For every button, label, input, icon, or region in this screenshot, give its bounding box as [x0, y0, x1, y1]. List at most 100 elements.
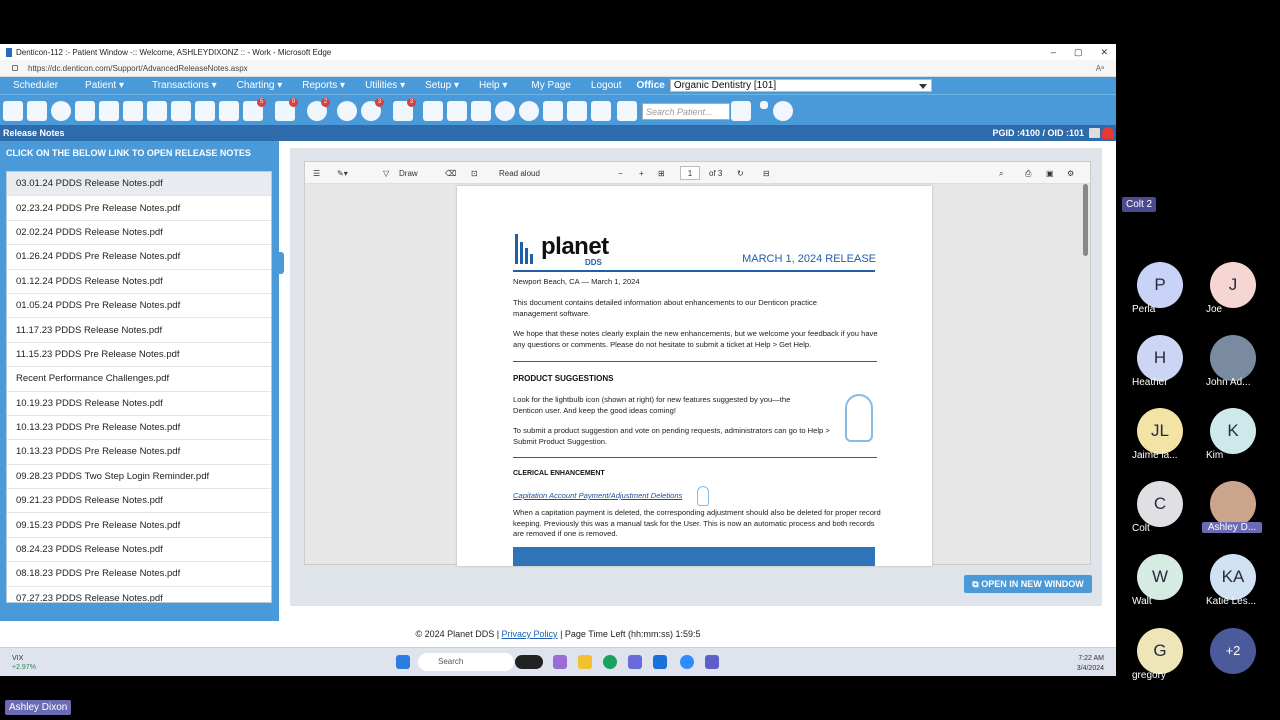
- messages-icon[interactable]: 5: [243, 98, 266, 121]
- claims-icon[interactable]: [219, 101, 239, 121]
- outlook-icon[interactable]: [653, 655, 667, 669]
- text-icon[interactable]: ⊡: [471, 169, 478, 178]
- tooth-icon[interactable]: [99, 101, 119, 121]
- release-note-link[interactable]: 01.05.24 PDDS Pre Release Notes.pdf: [7, 294, 271, 319]
- rotate-icon[interactable]: ↻: [737, 169, 744, 178]
- participant-avatar[interactable]: J: [1210, 262, 1256, 308]
- contents-icon[interactable]: ☰: [313, 169, 320, 178]
- network-icon[interactable]: [447, 101, 467, 121]
- home-icon[interactable]: [27, 101, 47, 121]
- highlight-icon[interactable]: ✎▾: [337, 169, 348, 178]
- page-number-input[interactable]: 1: [680, 166, 700, 180]
- minimize-button[interactable]: –: [1051, 44, 1056, 60]
- menu-charting[interactable]: Charting ▾: [237, 80, 283, 91]
- release-note-link[interactable]: 03.01.24 PDDS Release Notes.pdf: [7, 172, 271, 197]
- app-icon[interactable]: [553, 655, 567, 669]
- search-icon[interactable]: ⌕: [999, 169, 1003, 179]
- draw-button[interactable]: Draw: [399, 169, 418, 178]
- release-note-link[interactable]: 07.27.23 PDDS Release Notes.pdf: [7, 587, 271, 602]
- participant-avatar[interactable]: JL: [1137, 408, 1183, 454]
- eraser-icon[interactable]: ⌫: [445, 169, 456, 178]
- participant-avatar[interactable]: G: [1137, 628, 1183, 674]
- maximize-button[interactable]: ▢: [1074, 44, 1083, 60]
- app-icon[interactable]: [628, 655, 642, 669]
- release-note-link[interactable]: 08.24.23 PDDS Release Notes.pdf: [7, 538, 271, 563]
- open-new-window-button[interactable]: ⧉ OPEN IN NEW WINDOW: [964, 575, 1092, 593]
- globe-icon[interactable]: 2: [307, 98, 330, 121]
- pdf-scrollbar[interactable]: [1083, 184, 1088, 256]
- person-search-icon[interactable]: [731, 101, 751, 121]
- participant-avatar[interactable]: P: [1137, 262, 1183, 308]
- reader-mode-icon[interactable]: Aᵃ: [1096, 64, 1104, 73]
- release-note-link[interactable]: 09.28.23 PDDS Two Step Login Reminder.pd…: [7, 465, 271, 490]
- pn-icon[interactable]: [195, 101, 215, 121]
- settings-gear-icon[interactable]: ⚙: [1067, 169, 1074, 178]
- save-icon[interactable]: ▣: [1046, 169, 1054, 178]
- list-icon[interactable]: [591, 101, 611, 121]
- release-note-link[interactable]: 01.26.24 PDDS Pre Release Notes.pdf: [7, 245, 271, 270]
- patient-search-input[interactable]: Search Patient...: [642, 103, 730, 120]
- tx-icon[interactable]: [171, 101, 191, 121]
- rx-icon[interactable]: [147, 101, 167, 121]
- menu-utilities[interactable]: Utilities ▾: [365, 80, 405, 91]
- participant-photo[interactable]: [1210, 481, 1256, 527]
- read-aloud-button[interactable]: Read aloud: [499, 169, 540, 178]
- participant-avatar[interactable]: KA: [1210, 554, 1256, 600]
- menu-help[interactable]: Help ▾: [479, 80, 507, 91]
- release-note-link[interactable]: 09.21.23 PDDS Release Notes.pdf: [7, 489, 271, 514]
- release-note-link[interactable]: 11.17.23 PDDS Release Notes.pdf: [7, 318, 271, 343]
- release-note-link[interactable]: Recent Performance Challenges.pdf: [7, 367, 271, 392]
- draw-icon[interactable]: ▽: [383, 169, 389, 178]
- charting-pen-icon[interactable]: [75, 101, 95, 121]
- print-icon[interactable]: [567, 101, 587, 121]
- bell-icon[interactable]: [1102, 127, 1114, 139]
- sync-icon[interactable]: [337, 101, 357, 121]
- release-note-link[interactable]: 01.12.24 PDDS Release Notes.pdf: [7, 270, 271, 294]
- privacy-policy-link[interactable]: Privacy Policy: [502, 629, 558, 639]
- tasks-icon[interactable]: 3: [393, 98, 416, 121]
- analytics-icon[interactable]: [471, 101, 491, 121]
- release-note-link[interactable]: 10.13.23 PDDS Pre Release Notes.pdf: [7, 440, 271, 465]
- taskbar-clock[interactable]: 7:22 AM 3/4/2024: [1077, 654, 1104, 674]
- windows-start-icon[interactable]: [396, 655, 410, 669]
- release-note-link[interactable]: 02.23.24 PDDS Pre Release Notes.pdf: [7, 196, 271, 221]
- menu-transactions[interactable]: Transactions ▾: [152, 80, 217, 91]
- help-icon[interactable]: [543, 101, 563, 121]
- zoom-in-button[interactable]: +: [639, 169, 644, 178]
- shield-icon[interactable]: [423, 101, 443, 121]
- inbox-icon[interactable]: [617, 101, 637, 121]
- checkbox-icon[interactable]: [760, 101, 768, 109]
- release-note-link[interactable]: 08.18.23 PDDS Pre Release Notes.pdf: [7, 562, 271, 587]
- taskbar-search[interactable]: Search: [418, 653, 514, 671]
- participant-avatar[interactable]: H: [1137, 335, 1183, 381]
- participant-avatar[interactable]: K: [1210, 408, 1256, 454]
- zoom-out-button[interactable]: −: [618, 169, 623, 178]
- edge-icon[interactable]: [603, 655, 617, 669]
- more-participants-button[interactable]: +2: [1210, 628, 1256, 674]
- release-note-link[interactable]: 11.15.23 PDDS Pre Release Notes.pdf: [7, 343, 271, 368]
- dollar-icon[interactable]: [51, 101, 71, 121]
- print-icon[interactable]: ⎙: [1025, 169, 1031, 179]
- url-text[interactable]: https://dc.denticon.com/Support/Advanced…: [28, 64, 248, 73]
- participant-avatar[interactable]: C: [1137, 481, 1183, 527]
- office-select[interactable]: Organic Dentistry [101]: [669, 79, 932, 92]
- printer-icon[interactable]: [1089, 128, 1100, 138]
- page-view-icon[interactable]: ⊟: [763, 169, 770, 178]
- fit-page-icon[interactable]: ⊞: [658, 169, 665, 178]
- menu-my-page[interactable]: My Page: [531, 80, 570, 91]
- zoom-icon[interactable]: [680, 655, 694, 669]
- teams-icon[interactable]: [705, 655, 719, 669]
- file-explorer-icon[interactable]: [578, 655, 592, 669]
- sidebar-collapse-handle[interactable]: [277, 252, 284, 274]
- menu-logout[interactable]: Logout: [591, 80, 622, 91]
- participant-photo[interactable]: [1210, 335, 1256, 381]
- menu-scheduler[interactable]: Scheduler: [13, 80, 58, 91]
- address-bar[interactable]: https://dc.denticon.com/Support/Advanced…: [0, 60, 1116, 77]
- menu-patient[interactable]: Patient ▾: [85, 80, 124, 91]
- sms-icon[interactable]: 0: [275, 98, 298, 121]
- participant-avatar[interactable]: W: [1137, 554, 1183, 600]
- search-globe-icon[interactable]: [519, 101, 539, 121]
- clock-icon[interactable]: [495, 101, 515, 121]
- refresh-icon[interactable]: 3: [361, 98, 384, 121]
- calendar-icon[interactable]: [3, 101, 23, 121]
